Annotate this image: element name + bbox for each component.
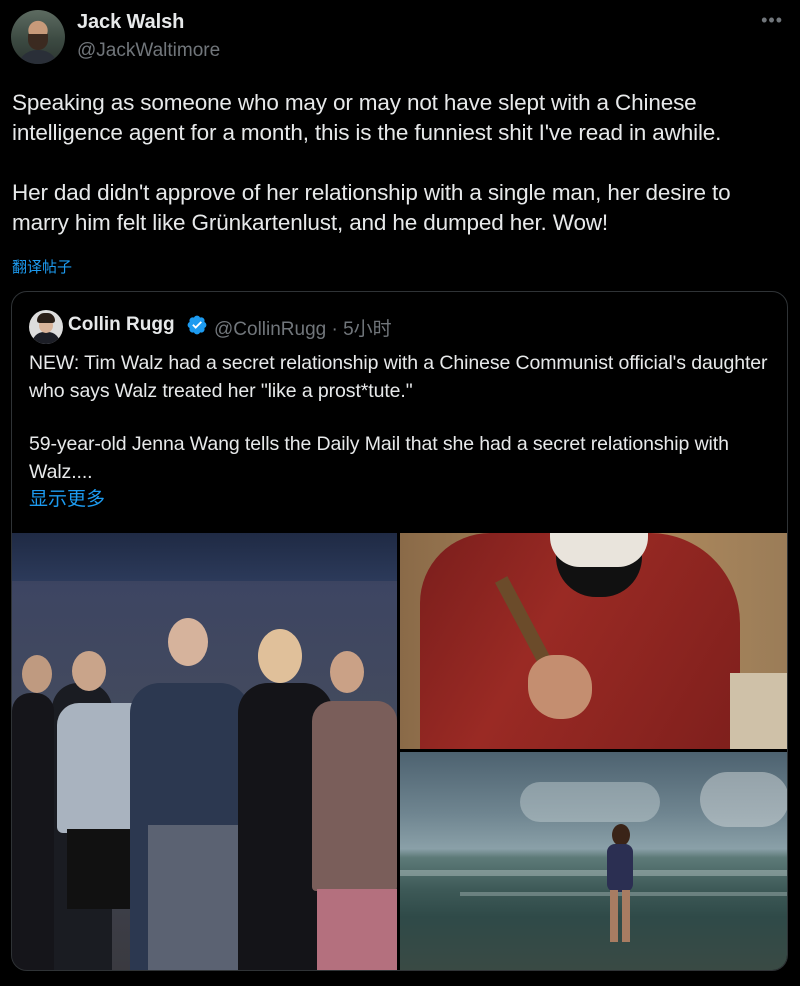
quoted-author-name[interactable]: Collin Rugg [68,314,175,336]
photo-person [12,693,54,970]
tweet-paragraph: Speaking as someone who may or may not h… [12,90,722,145]
jacket-photo[interactable] [400,533,787,749]
tweet-text: Speaking as someone who may or may not h… [12,88,792,238]
verified-badge-icon [187,315,207,335]
beach-photo[interactable] [400,752,787,970]
photo-hand [528,655,592,719]
post: Jack Walsh @JackWaltimore ••• Speaking a… [0,0,800,986]
photo-person [622,890,630,942]
photo-cloud [700,772,787,827]
photo-sand [730,673,787,749]
avatar-shirt [17,50,59,64]
avatar-hair [37,313,55,323]
author-display-name[interactable]: Jack Walsh [77,11,184,34]
photo-person [258,629,302,683]
photo-person [72,651,106,691]
author-handle[interactable]: @JackWaltimore [77,40,220,62]
photo-cloud [520,782,660,822]
photo-wave [400,870,787,876]
quoted-paragraph: 59-year-old Jenna Wang tells the Daily M… [29,433,729,483]
photo-collar [550,533,648,567]
avatar-beard [28,34,48,50]
photo-curtain [12,533,397,581]
more-horizontal-icon[interactable]: ••• [761,10,783,31]
group-photo[interactable] [12,533,397,970]
quoted-author-avatar[interactable] [29,310,63,344]
tweet-paragraph: Her dad didn't approve of her relationsh… [12,180,731,235]
show-more-link[interactable]: 显示更多 [29,484,105,511]
photo-person [607,844,633,892]
photo-person [610,890,618,942]
quoted-text: NEW: Tim Walz had a secret relationship … [29,349,774,486]
photo-person [22,655,52,693]
photo-person [317,889,397,970]
photo-person [312,701,397,891]
quoted-handle-time[interactable]: @CollinRugg · 5小时 [214,314,392,341]
photo-person [612,824,630,846]
quoted-tweet-card[interactable]: Collin Rugg @CollinRugg · 5小时 NEW: Tim W… [11,291,788,971]
photo-person [330,651,364,693]
photo-person [168,618,208,666]
translate-post-link[interactable]: 翻译帖子 [12,256,72,277]
photo-person [148,825,238,970]
author-avatar[interactable] [11,10,65,64]
avatar-suit [32,332,60,344]
quoted-paragraph: NEW: Tim Walz had a secret relationship … [29,352,768,402]
